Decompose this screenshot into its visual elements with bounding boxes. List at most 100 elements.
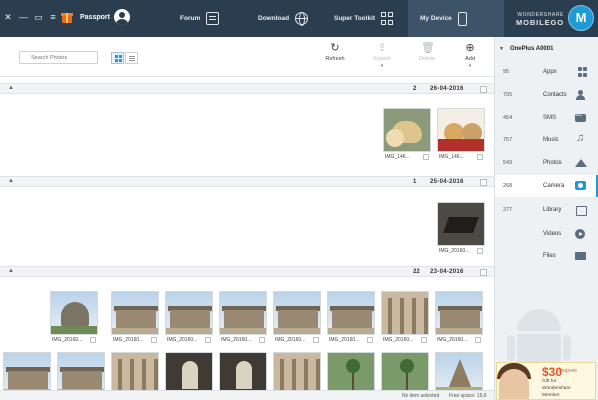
date-group-header[interactable]: ▲ 22 23-04-2016 — [0, 266, 494, 277]
tab-forum[interactable]: Forum — [180, 0, 230, 37]
photo-thumbnail[interactable] — [219, 352, 267, 390]
tab-my-device[interactable]: My Device — [408, 0, 504, 37]
photo-thumbnail[interactable] — [327, 352, 375, 390]
grid-icon — [381, 12, 394, 25]
delete-button[interactable]: 🗑 Delete — [412, 42, 442, 62]
photo-thumbnail[interactable]: IMG_20160... — [50, 291, 98, 350]
photo-checkbox[interactable] — [151, 337, 157, 343]
date-group-header[interactable]: ▲ 2 26-04-2016 — [0, 83, 494, 94]
photo-image — [219, 352, 267, 390]
photo-checkbox[interactable] — [421, 337, 427, 343]
photo-thumbnail[interactable]: IMG_146... — [383, 108, 431, 167]
search-input[interactable] — [19, 51, 98, 64]
sidebar-item-count: 543 — [503, 160, 513, 166]
group-checkbox[interactable] — [480, 269, 487, 276]
sidebar-item-sms[interactable]: 454 SMS — [495, 107, 598, 129]
sidebar-item-photos[interactable]: 543 Photos — [495, 152, 598, 174]
grid-view-button[interactable] — [111, 52, 124, 64]
photo-image — [3, 352, 51, 390]
photo-caption: IMG_20160... — [52, 337, 83, 343]
photo-checkbox[interactable] — [423, 154, 429, 160]
tab-download[interactable]: Download — [258, 0, 318, 37]
sidebar-item-apps[interactable]: 95 Apps — [495, 61, 598, 83]
photo-checkbox[interactable] — [477, 248, 483, 254]
photo-thumbnail[interactable] — [3, 352, 51, 390]
close-icon[interactable]: ✕ — [4, 12, 12, 22]
photo-thumbnail[interactable]: IMG_20160... — [327, 291, 375, 350]
photo-thumbnail[interactable]: IMG_20160... — [273, 291, 321, 350]
photo-caption: IMG_20160... — [113, 337, 144, 343]
photo-checkbox[interactable] — [475, 337, 481, 343]
photo-checkbox[interactable] — [205, 337, 211, 343]
photo-thumbnail[interactable] — [57, 352, 105, 390]
add-button[interactable]: ⊕ Add ▾ — [455, 42, 485, 69]
sidebar-item-videos[interactable]: Videos — [495, 223, 598, 245]
tab-super-toolkit[interactable]: Super Toolkit — [334, 0, 402, 37]
photo-thumbnail[interactable]: IMG_20160... — [435, 291, 483, 350]
group-checkbox[interactable] — [480, 86, 487, 93]
ad-line1: Gift for — [542, 379, 557, 384]
group-checkbox[interactable] — [480, 179, 487, 186]
photo-image — [165, 291, 213, 335]
collapse-icon[interactable]: ▲ — [8, 178, 14, 184]
photo-thumbnail[interactable] — [381, 352, 429, 390]
photo-image — [435, 352, 483, 390]
menu-icon[interactable]: ≡ — [49, 12, 57, 22]
photo-image — [111, 291, 159, 335]
photo-checkbox[interactable] — [367, 337, 373, 343]
photo-caption: IMG_146... — [439, 154, 464, 160]
gift-icon[interactable] — [61, 11, 73, 24]
passport-button[interactable]: Passport — [80, 9, 130, 25]
sidebar-item-contacts[interactable]: 705 Contacts — [495, 84, 598, 106]
photo-thumbnail[interactable] — [111, 352, 159, 390]
apps-icon — [578, 67, 589, 77]
globe-icon — [295, 12, 309, 26]
list-view-button[interactable] — [125, 52, 138, 64]
photo-thumbnail[interactable]: IMG_20160... — [381, 291, 429, 350]
date-group-header[interactable]: ▲ 1 25-04-2016 — [0, 176, 494, 187]
sidebar-item-count: 95 — [503, 69, 510, 75]
export-icon: ⇪ — [377, 42, 387, 54]
sidebar-item-count: 268 — [503, 183, 513, 189]
photo-checkbox[interactable] — [90, 337, 96, 343]
minimize-icon[interactable]: — — [19, 12, 28, 22]
refresh-button[interactable]: ↻ Refresh — [320, 42, 350, 62]
chevron-down-icon: ▼ — [499, 46, 504, 52]
photo-thumbnail[interactable] — [273, 352, 321, 390]
sidebar-item-files[interactable]: Files — [495, 245, 598, 267]
brand-line2: MOBILEGO — [515, 18, 564, 27]
library-icon — [575, 205, 587, 216]
photo-thumbnail[interactable]: IMG_20160... — [219, 291, 267, 350]
photo-thumbnail[interactable]: IMG_146... — [437, 108, 485, 167]
sidebar-item-label: SMS — [543, 115, 557, 121]
contacts-icon — [575, 90, 586, 100]
photo-thumbnail[interactable]: IMG_20160... — [111, 291, 159, 350]
group-date: 23-04-2016 — [430, 268, 464, 275]
photo-image — [327, 352, 375, 390]
photos-icon — [575, 158, 587, 168]
collapse-icon[interactable]: ▲ — [8, 268, 14, 274]
sidebar-item-label: Apps — [543, 69, 557, 75]
photo-thumbnail[interactable]: IMG_20160... — [165, 291, 213, 350]
sidebar-item-music[interactable]: 757 Music — [495, 129, 598, 151]
coupon-ad[interactable]: $30 coupons Gift for Wondershare Member — [496, 362, 596, 400]
device-selector[interactable]: ▼ OnePlus A0001 — [499, 43, 595, 55]
photo-checkbox[interactable] — [259, 337, 265, 343]
photo-thumbnail[interactable]: IMG_20160... — [437, 202, 485, 261]
sidebar-item-library[interactable]: 277 Library — [495, 199, 598, 221]
delete-label: Delete — [419, 56, 435, 62]
photo-thumbnail[interactable] — [165, 352, 213, 390]
photo-checkbox[interactable] — [477, 154, 483, 160]
photo-image — [50, 291, 98, 335]
collapse-icon[interactable]: ▲ — [8, 85, 14, 91]
refresh-label: Refresh — [325, 56, 345, 62]
brand-logo: WONDERSHARE MOBILEGO M — [506, 3, 598, 34]
selection-status: No item selected — [402, 393, 440, 399]
ad-line2: Wondershare — [542, 386, 571, 391]
maximize-icon[interactable]: ▭ — [34, 12, 43, 22]
photo-checkbox[interactable] — [313, 337, 319, 343]
photo-thumbnail[interactable] — [435, 352, 483, 390]
sidebar-item-camera[interactable]: 268 Camera — [495, 175, 598, 197]
tab-super-toolkit-label: Super Toolkit — [334, 15, 376, 22]
export-button[interactable]: ⇪ Export ▾ — [367, 42, 397, 69]
